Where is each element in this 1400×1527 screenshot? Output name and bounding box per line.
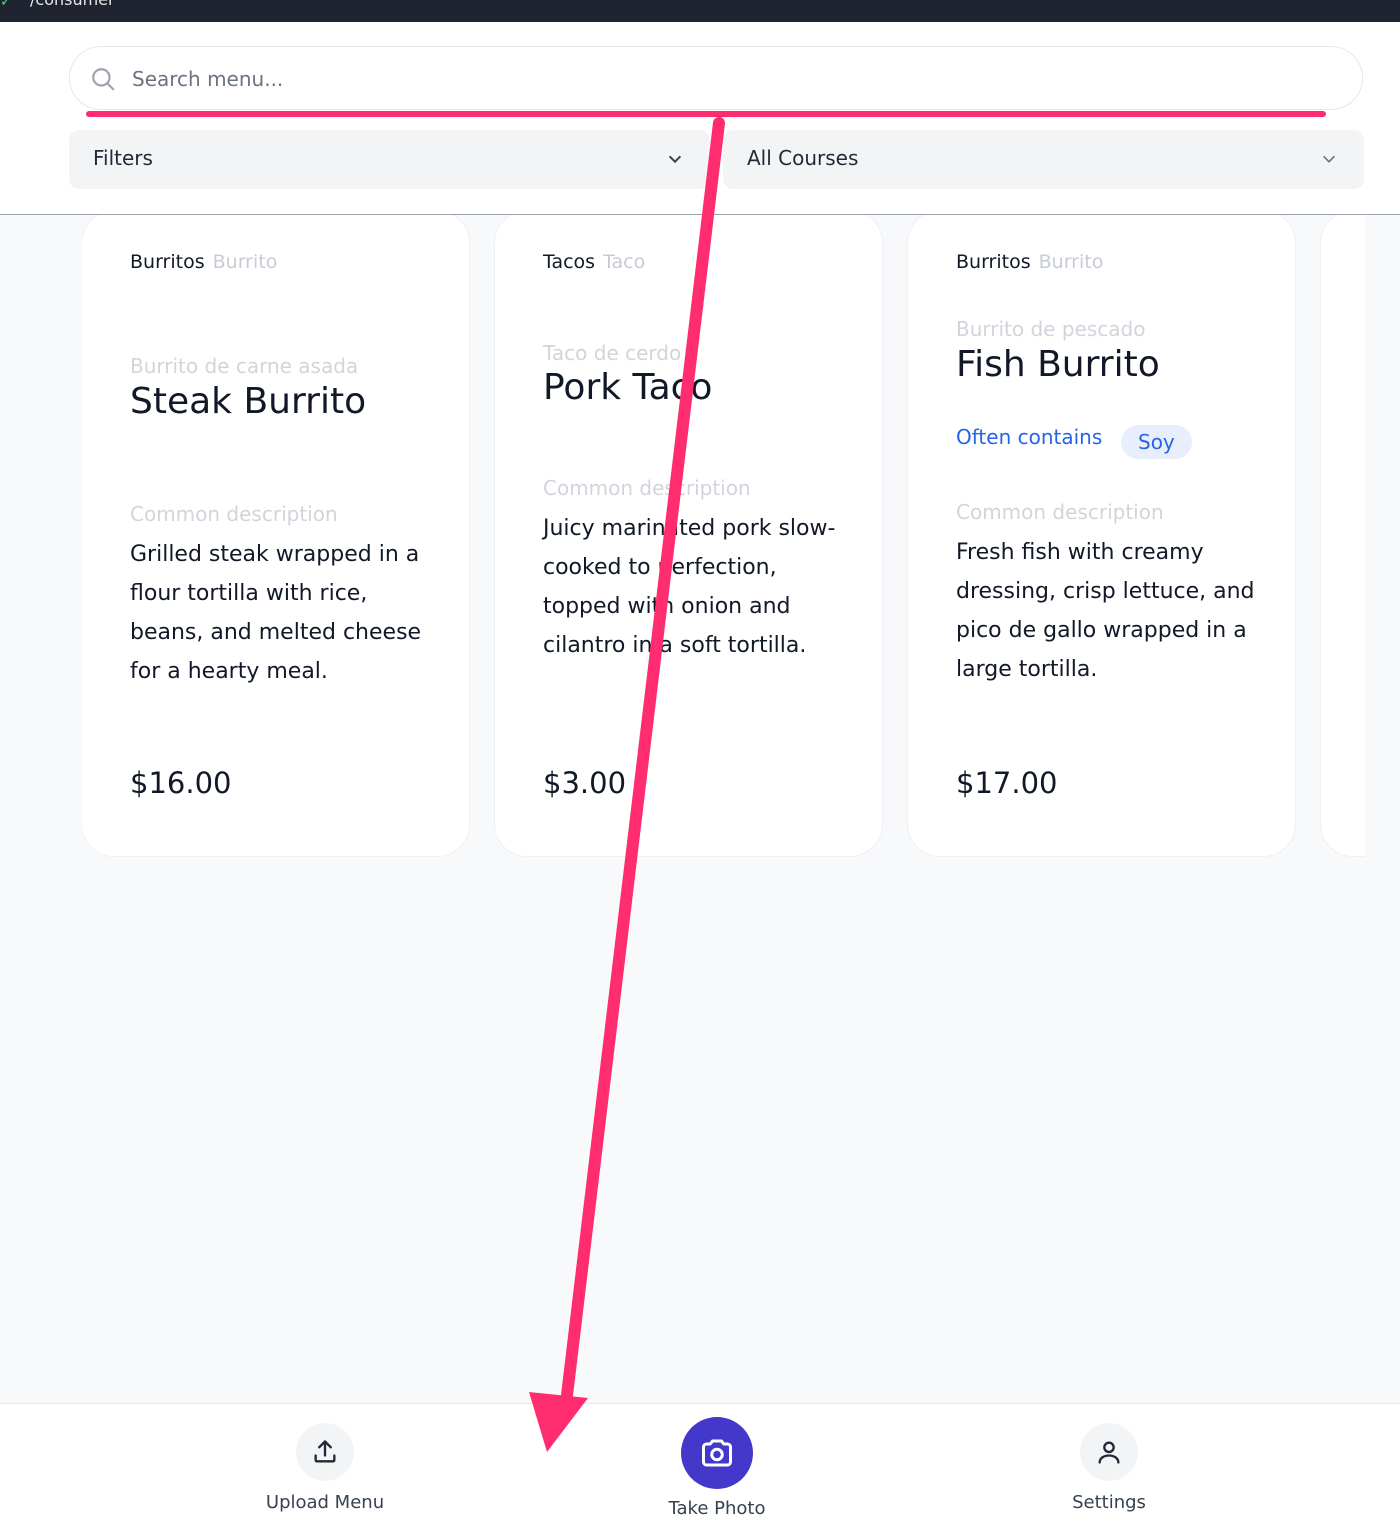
category-sub-label: Taco [603, 251, 646, 273]
filters-dropdown[interactable]: Filters [69, 130, 710, 189]
dish-name: Steak Burrito [130, 381, 367, 422]
original-name: Taco de cerdo [543, 341, 682, 365]
allergen-chip: Soy [1121, 425, 1192, 459]
status-mark: ✓ [0, 0, 12, 10]
route-text: /consumer [30, 0, 115, 9]
take-photo-circle[interactable] [681, 1417, 753, 1489]
menu-card[interactable]: Burritos Burrito Burrito de pescado Fish … [908, 215, 1295, 856]
upload-button-circle[interactable] [296, 1423, 354, 1481]
browser-topbar: ✓ /consumer [0, 0, 1400, 22]
settings-button[interactable]: Settings [1029, 1423, 1189, 1513]
course-label: All Courses [747, 146, 859, 170]
card-category: Burritos Burrito [956, 251, 1103, 273]
menu-card[interactable]: Burritos Burrito Burrito de carne asada S… [82, 215, 469, 856]
dish-name: Pork Taco [543, 367, 713, 408]
filters-label: Filters [93, 146, 153, 170]
search-icon [92, 68, 115, 91]
dish-description: Juicy marinated pork slow-cooked to perf… [543, 516, 836, 658]
dish-price: $3.00 [543, 766, 627, 800]
upload-menu-button[interactable]: Upload Menu [245, 1423, 405, 1513]
original-name: Burrito de carne asada [130, 354, 359, 378]
course-select[interactable]: All Courses [723, 130, 1364, 189]
chevron-down-icon [668, 155, 682, 164]
category-label: Tacos [543, 251, 596, 273]
settings-button-circle[interactable] [1080, 1423, 1138, 1481]
allergen-label: Often contains [956, 425, 1103, 449]
category-sub-label: Burrito [1038, 251, 1104, 273]
dish-price: $17.00 [956, 766, 1058, 800]
menu-card[interactable] [1321, 215, 1365, 856]
take-photo-label: Take Photo [668, 1498, 766, 1519]
dish-description: Fresh fish with creamy dressing, crisp l… [956, 540, 1255, 682]
category-label: Burritos [130, 251, 205, 273]
upload-menu-label: Upload Menu [265, 1492, 385, 1513]
description-label: Common description [130, 502, 338, 526]
take-photo-button[interactable]: Take Photo [637, 1417, 797, 1519]
menu-card-list[interactable]: Burritos Burrito Burrito de carne asada S… [82, 215, 1365, 860]
dish-name: Fish Burrito [956, 344, 1160, 385]
original-name: Burrito de pescado [956, 317, 1146, 341]
upload-icon [314, 1440, 336, 1463]
dish-description: Grilled steak wrapped in a flour tortill… [130, 542, 422, 684]
search-bar[interactable] [69, 46, 1363, 110]
user-icon [1098, 1441, 1120, 1464]
camera-icon [702, 1439, 732, 1467]
category-label: Burritos [956, 251, 1031, 273]
description-label: Common description [956, 500, 1164, 524]
card-category: Burritos Burrito [130, 251, 277, 273]
chevron-down-icon [1323, 155, 1335, 163]
search-input[interactable] [130, 57, 1314, 101]
category-sub-label: Burrito [212, 251, 278, 273]
description-label: Common description [543, 476, 751, 500]
settings-label: Settings [1072, 1492, 1146, 1513]
dish-price: $16.00 [130, 766, 232, 800]
bottom-nav: Upload Menu Take Photo Settings [0, 1403, 1400, 1527]
card-category: Tacos Taco [543, 251, 645, 273]
header: Filters All Courses [0, 22, 1400, 215]
menu-card[interactable]: Tacos Taco Taco de cerdo Pork Taco Common… [495, 215, 882, 856]
